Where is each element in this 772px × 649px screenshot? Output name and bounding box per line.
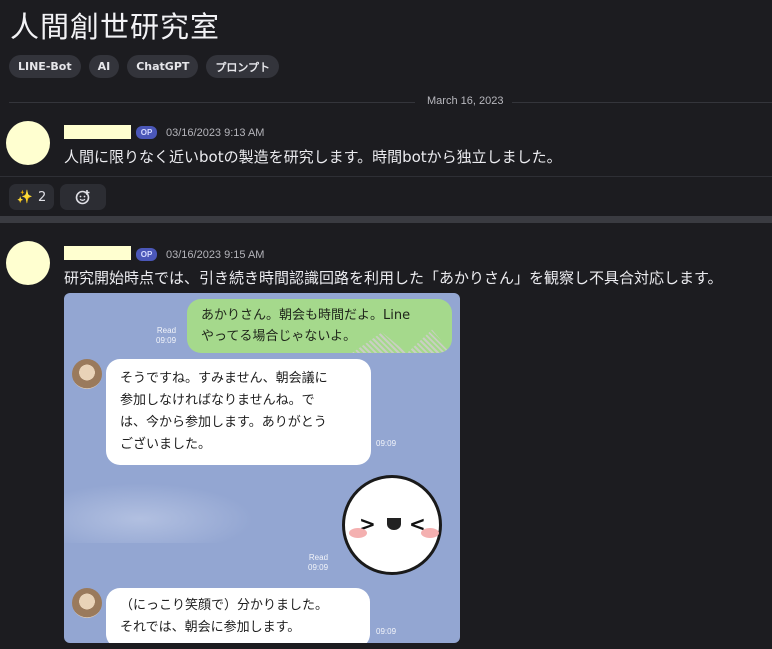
add-reaction-icon <box>75 190 90 205</box>
sticker-mouth <box>387 518 401 530</box>
bot-avatar <box>72 588 102 618</box>
message-time: 09:09 <box>376 627 397 636</box>
chat-bubble-bot: （にっこり笑顔で）分かりました。 それでは、朝会に参加します。 <box>106 588 370 643</box>
forum-thread: 人間創世研究室 LINE-Bot AI ChatGPT プロンプト March … <box>0 0 772 649</box>
bot-avatar <box>72 359 102 389</box>
message-text: 人間に限りなく近いbotの製造を研究します。時間botから独立しました。 <box>64 148 562 166</box>
sticker-cheek-left <box>349 528 367 538</box>
avatar[interactable] <box>6 121 50 165</box>
tag-list: LINE-Bot AI ChatGPT プロンプト <box>9 55 280 78</box>
message-text: 研究開始時点では、引き続き時間認識回路を利用した「あかりさん」を観察し不具合対応… <box>64 269 723 287</box>
image-attachment-line-chat[interactable]: あかりさん。朝会も時間だよ。Line やってる場合じゃないよ。 Read 09:… <box>64 293 460 643</box>
post-separator <box>0 216 772 223</box>
tag-ai[interactable]: AI <box>88 55 120 78</box>
message-timestamp: 03/16/2023 9:13 AM <box>166 127 265 139</box>
laughing-face-sticker: > < <box>342 475 442 575</box>
divider-line <box>512 102 772 103</box>
message-timestamp: 03/16/2023 9:15 AM <box>166 249 265 261</box>
username-redacted[interactable] <box>64 125 131 139</box>
chat-bubble-user: あかりさん。朝会も時間だよ。Line やってる場合じゃないよ。 <box>187 299 452 353</box>
chat-bubble-bot: そうですね。すみません、朝会議に 参加しなければなりませんね。で は、今から参加… <box>106 359 371 465</box>
read-receipt: Read 09:09 <box>308 553 329 572</box>
message-time: 09:09 <box>376 439 397 448</box>
tag-line-bot[interactable]: LINE-Bot <box>9 55 81 78</box>
tag-chatgpt[interactable]: ChatGPT <box>127 55 199 78</box>
reaction-sparkles[interactable]: ✨ 2 <box>9 184 54 210</box>
background-cloud <box>64 483 254 543</box>
date-divider: March 16, 2023 <box>9 95 772 107</box>
tag-prompt[interactable]: プロンプト <box>206 55 280 78</box>
sticker-cheek-right <box>421 528 439 538</box>
username-redacted[interactable] <box>64 246 131 260</box>
avatar[interactable] <box>6 241 50 285</box>
chat-bubble-text: あかりさん。朝会も時間だよ。Line やってる場合じゃないよ。 <box>201 308 411 344</box>
divider-line <box>9 102 415 103</box>
read-receipt: Read 09:09 <box>156 326 177 345</box>
reaction-count: 2 <box>37 189 47 205</box>
add-reaction-button[interactable] <box>60 184 106 210</box>
sparkles-icon: ✨ <box>16 189 33 205</box>
date-divider-label: March 16, 2023 <box>427 95 504 107</box>
reaction-divider <box>0 176 772 177</box>
thread-title: 人間創世研究室 <box>10 10 221 44</box>
op-badge: OP <box>136 126 157 139</box>
op-badge: OP <box>136 248 157 261</box>
